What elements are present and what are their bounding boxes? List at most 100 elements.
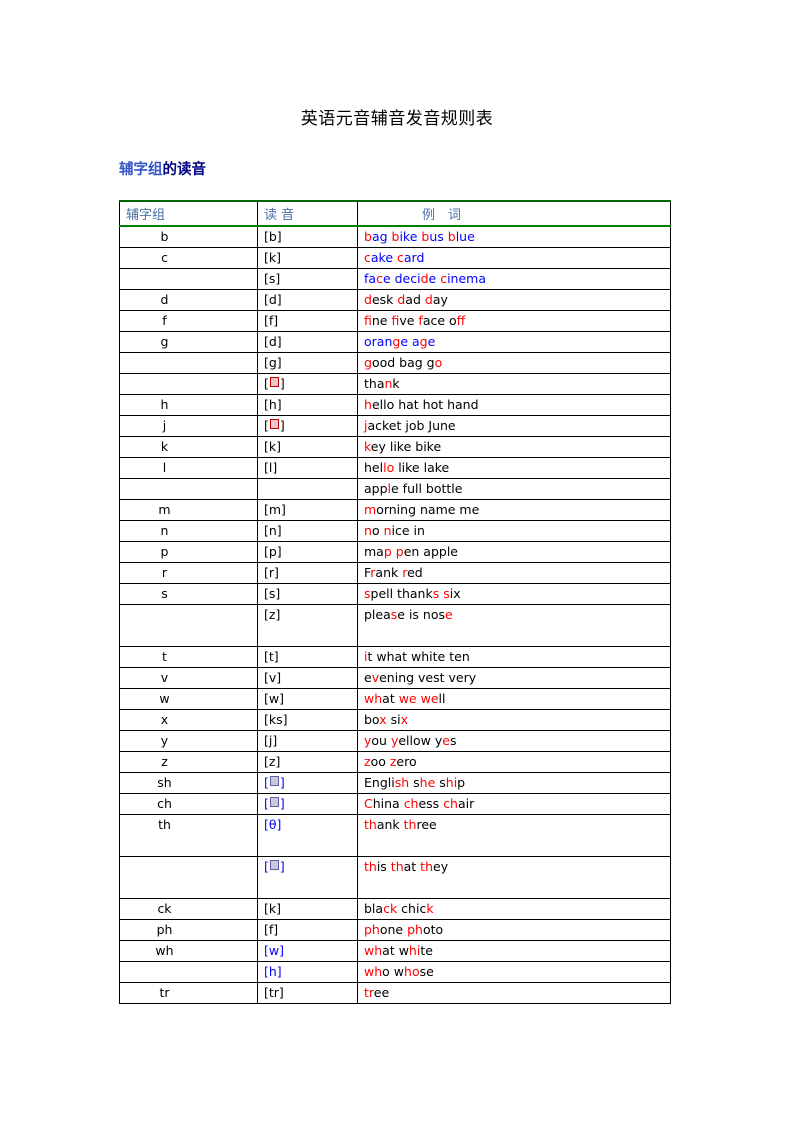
sound-text: [k]	[264, 250, 281, 265]
cell-sound: [g]	[257, 352, 358, 374]
letter-group-text: g	[160, 334, 169, 349]
cell-letter-group: t	[119, 646, 258, 668]
cell-sound: [f]	[257, 310, 358, 332]
example-words-text: jacket job June	[364, 418, 456, 433]
cell-sound: [f]	[257, 919, 358, 941]
example-words-text: phone photo	[364, 922, 444, 937]
cell-sound: [z]	[257, 751, 358, 773]
cell-examples: fine five face off	[357, 310, 671, 332]
letter-group-text: y	[160, 733, 169, 748]
cell-sound: [h]	[257, 961, 358, 983]
cell-letter-group: x	[119, 709, 258, 731]
letter-group-text: v	[160, 670, 169, 685]
table-row: s [s] spell thanks six	[119, 583, 671, 605]
cell-letter-group	[119, 268, 258, 290]
cell-examples: jacket job June	[357, 415, 671, 437]
cell-examples: good bag go	[357, 352, 671, 374]
table-row: d [d] desk dad day	[119, 289, 671, 311]
cell-examples: this that they	[357, 856, 671, 899]
letter-group-text: m	[158, 502, 171, 517]
example-words-text: morning name me	[364, 502, 480, 517]
table-row: ch [] China chess chair	[119, 793, 671, 815]
cell-letter-group: ch	[119, 793, 258, 815]
cell-letter-group: g	[119, 331, 258, 353]
letter-group-text: f	[162, 313, 167, 328]
cell-letter-group: k	[119, 436, 258, 458]
sound-text: [θ]	[264, 817, 282, 832]
cell-sound: [w]	[257, 688, 358, 710]
letter-group-text: ck	[157, 901, 172, 916]
sound-text: []	[264, 418, 285, 433]
cell-letter-group: ph	[119, 919, 258, 941]
letter-group-text	[120, 857, 257, 861]
letter-group-text: x	[160, 712, 169, 727]
letter-group-text: tr	[159, 985, 170, 1000]
missing-glyph-icon	[269, 419, 279, 429]
cell-sound: [ks]	[257, 709, 358, 731]
table-row: t [t] it what white ten	[119, 646, 671, 668]
cell-examples: orange age	[357, 331, 671, 353]
sound-text: [r]	[264, 565, 279, 580]
cell-letter-group: m	[119, 499, 258, 521]
sound-text: [s]	[264, 586, 281, 601]
cell-examples: key like bike	[357, 436, 671, 458]
letter-group-text: d	[160, 292, 169, 307]
example-words-text: bag bike bus blue	[364, 229, 475, 244]
cell-sound: [s]	[257, 583, 358, 605]
sound-text: [k]	[264, 439, 281, 454]
table-row: tr [tr] tree	[119, 982, 671, 1004]
sound-text: [j]	[264, 733, 278, 748]
example-words-text: China chess chair	[364, 796, 475, 811]
table-row: v [v] evening vest very	[119, 667, 671, 689]
cell-examples: phone photo	[357, 919, 671, 941]
pronunciation-rules-table: 辅字组 读 音 例 词 b [b] bag bike bus blue c [k] cak…	[119, 200, 671, 1004]
cell-examples: morning name me	[357, 499, 671, 521]
example-words-text: box six	[364, 712, 408, 727]
sound-text: [w]	[264, 691, 284, 706]
letter-group-text	[120, 962, 257, 966]
table-row: f [f] fine five face off	[119, 310, 671, 332]
cell-letter-group: b	[119, 225, 258, 248]
example-words-text: what white	[364, 943, 433, 958]
example-words-text: evening vest very	[364, 670, 477, 685]
letter-group-text: w	[159, 691, 170, 706]
example-words-text: cake card	[364, 250, 425, 265]
example-words-text: Frank red	[364, 565, 423, 580]
table-row: n [n] no nice in	[119, 520, 671, 542]
example-words-text: black chick	[364, 901, 434, 916]
cell-letter-group: z	[119, 751, 258, 773]
table-row: p [p] map pen apple	[119, 541, 671, 563]
sound-text: [d]	[264, 292, 282, 307]
example-words-text: map pen apple	[364, 544, 458, 559]
letter-group-text: h	[160, 397, 169, 412]
cell-examples: face decide cinema	[357, 268, 671, 290]
cell-letter-group: sh	[119, 772, 258, 794]
letter-group-text: sh	[157, 775, 172, 790]
letter-group-text	[120, 269, 257, 273]
example-words-text: orange age	[364, 334, 436, 349]
example-words-text: apple full bottle	[364, 481, 463, 496]
table-row: l [l] hello like lake	[119, 457, 671, 479]
cell-sound: []	[257, 856, 358, 899]
cell-letter-group: tr	[119, 982, 258, 1004]
cell-examples: you yellow yes	[357, 730, 671, 752]
cell-letter-group: d	[119, 289, 258, 311]
table-row: g [d] orange age	[119, 331, 671, 353]
table-row: z [z] zoo zero	[119, 751, 671, 773]
cell-sound: []	[257, 772, 358, 794]
cell-letter-group	[119, 604, 258, 647]
cell-letter-group: p	[119, 541, 258, 563]
cell-letter-group: y	[119, 730, 258, 752]
example-words-text: good bag go	[364, 355, 443, 370]
cell-examples: zoo zero	[357, 751, 671, 773]
sound-text: [z]	[264, 754, 281, 769]
sound-text: [h]	[264, 397, 282, 412]
sound-text: [l]	[264, 460, 278, 475]
cell-letter-group	[119, 961, 258, 983]
cell-sound: [d]	[257, 331, 358, 353]
table-row: ck [k] black chick	[119, 898, 671, 920]
cell-sound: [b]	[257, 225, 358, 248]
example-words-text: desk dad day	[364, 292, 448, 307]
cell-letter-group: s	[119, 583, 258, 605]
example-words-text: thank three	[364, 817, 437, 832]
